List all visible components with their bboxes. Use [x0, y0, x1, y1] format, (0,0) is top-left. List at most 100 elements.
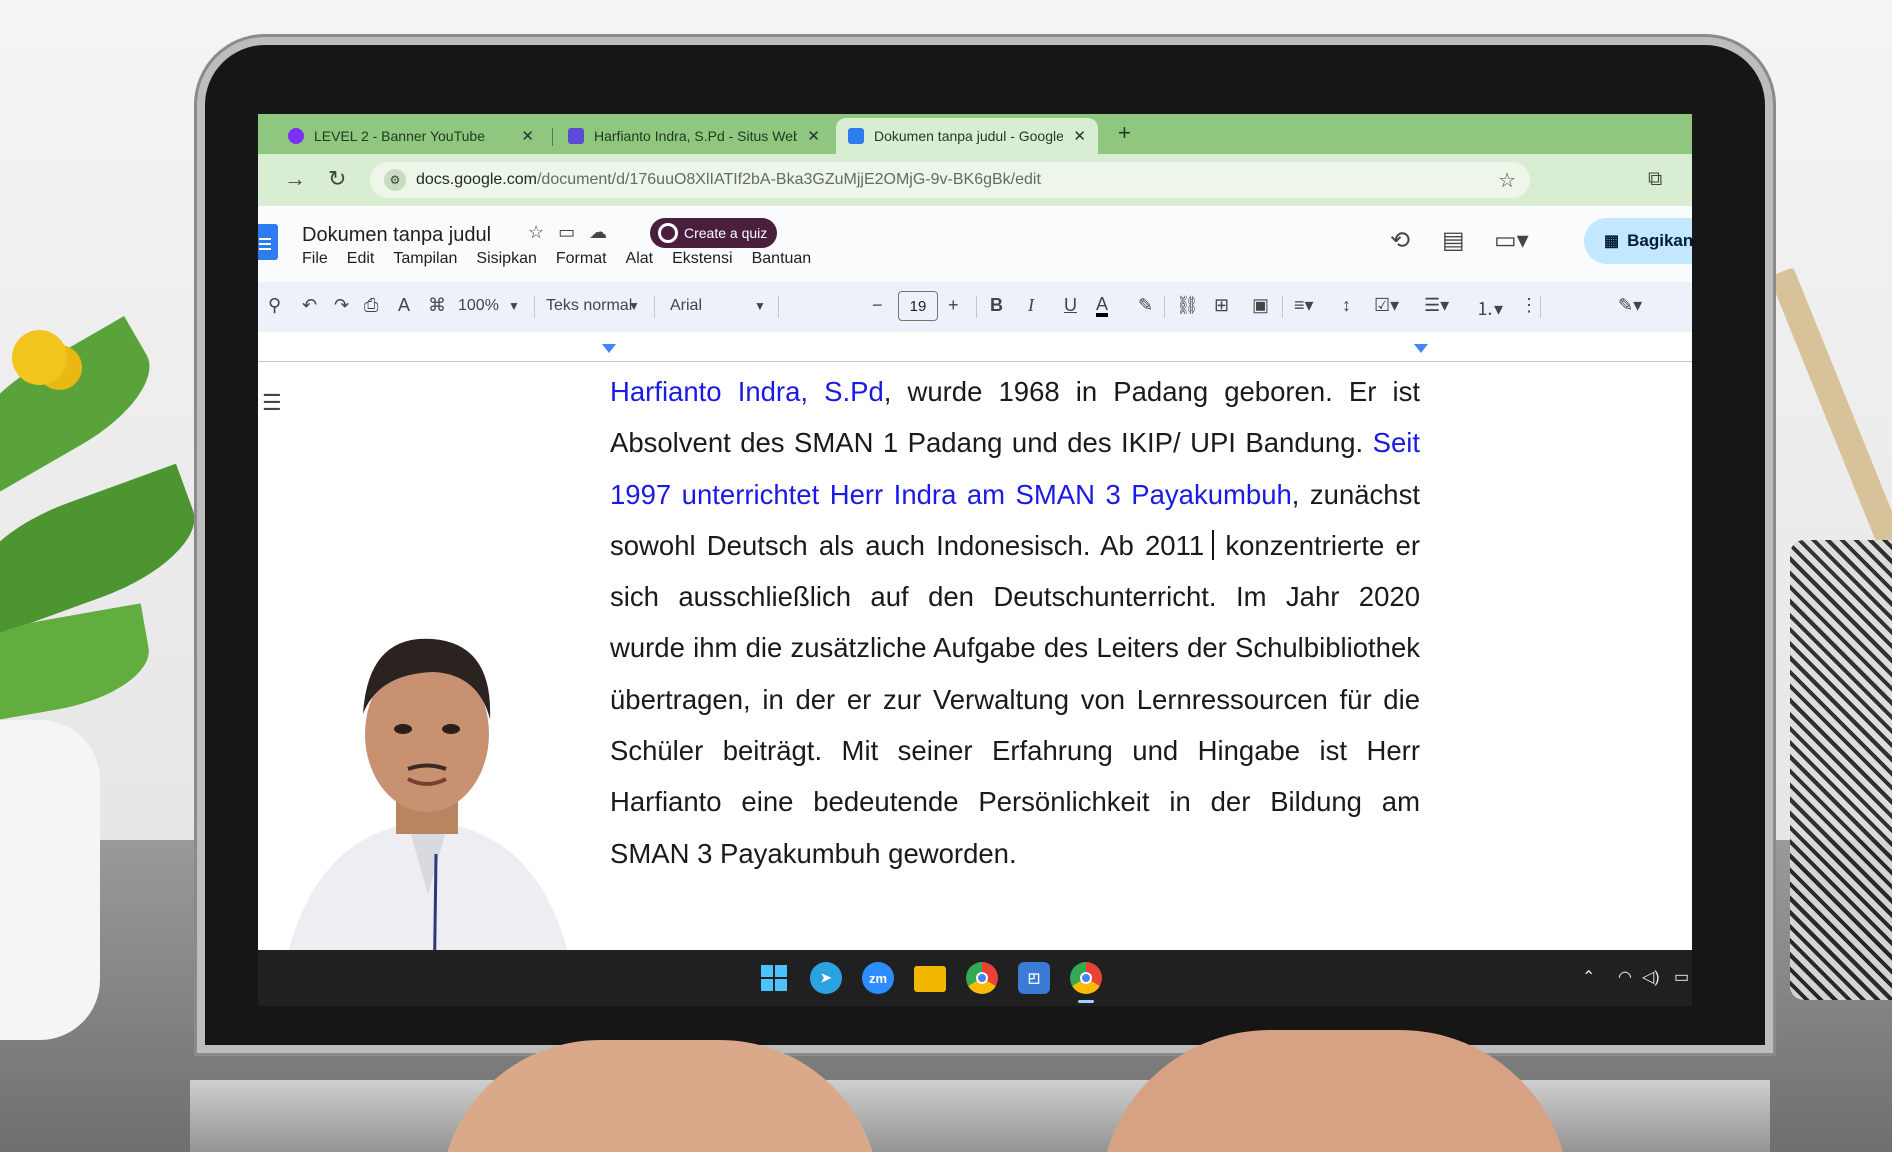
volume-icon[interactable]: ◁) — [1642, 967, 1660, 987]
menu-file[interactable]: File — [302, 250, 328, 268]
version-history-icon[interactable]: ⟲ — [1390, 226, 1410, 255]
font-select[interactable]: Arial — [670, 297, 702, 315]
document-title[interactable]: Dokumen tanpa judul — [302, 224, 491, 247]
toolbar-divider — [976, 296, 977, 318]
toolbar-divider — [654, 296, 655, 318]
text-color-button[interactable]: A — [1096, 295, 1109, 317]
ruler — [258, 332, 1692, 362]
tab-divider — [552, 128, 553, 146]
style-select[interactable]: Teks normal — [546, 297, 632, 315]
chrome-icon[interactable] — [966, 962, 998, 994]
docs-logo-icon[interactable] — [258, 224, 278, 260]
link-icon[interactable]: ⛓ — [1176, 295, 1199, 316]
menu-edit[interactable]: Edit — [347, 250, 375, 268]
url-path: /document/d/176uuO8XlIATIf2bA-Bka3GZuMjj… — [536, 171, 1041, 188]
menu-extensions[interactable]: Ekstensi — [672, 250, 732, 268]
bulleted-list-icon[interactable]: ☰▾ — [1424, 295, 1449, 316]
share-label: Bagikan — [1627, 231, 1692, 250]
chrome-profile-icon[interactable] — [1070, 962, 1102, 994]
bookmark-star-icon[interactable]: ☆ — [1498, 168, 1516, 193]
close-icon[interactable]: ✕ — [1073, 127, 1086, 145]
document-body[interactable]: Harfianto Indra, S.Pd, wurde 1968 in Pad… — [610, 366, 1420, 879]
address-bar[interactable]: ⚙ docs.google.com/document/d/176uuO8XlIA… — [370, 162, 1530, 198]
more-options-icon[interactable]: ⋮ — [1520, 295, 1538, 316]
toolbar-divider — [1164, 296, 1165, 318]
comments-icon[interactable]: ▤ — [1442, 226, 1465, 255]
active-app-indicator — [1078, 1000, 1094, 1003]
document-outline-icon[interactable]: ☰ — [262, 390, 282, 416]
checklist-icon[interactable]: ☑▾ — [1374, 295, 1399, 316]
browser-tab[interactable]: LEVEL 2 - Banner YouTube ✕ — [276, 118, 546, 154]
editing-mode-icon[interactable]: ✎▾ — [1618, 295, 1642, 316]
highlight-icon[interactable]: ✎ — [1138, 295, 1153, 316]
redo-icon[interactable]: ↷ — [334, 295, 349, 316]
menu-help[interactable]: Bantuan — [752, 250, 812, 268]
plant-vase — [0, 720, 100, 1040]
align-icon[interactable]: ≡▾ — [1294, 295, 1314, 316]
browser-tab-active[interactable]: Dokumen tanpa judul - Google Dokumen ✕ — [836, 118, 1098, 154]
browser-tab[interactable]: Harfianto Indra, S.Pd - Situs Web ✕ — [556, 118, 832, 154]
zoom-select[interactable]: 100% — [458, 297, 499, 315]
url-domain: docs.google.com — [416, 171, 537, 188]
search-menus-icon[interactable]: ⚲ — [268, 295, 281, 316]
docs-header: Dokumen tanpa judul ☆▭☁ Create a quiz Fi… — [258, 206, 1692, 282]
print-icon[interactable]: ⎙ — [364, 295, 378, 316]
insert-image-icon[interactable]: ▣ — [1252, 295, 1269, 316]
close-icon[interactable]: ✕ — [521, 127, 534, 145]
address-row: → ↻ ⚙ docs.google.com/document/d/176uuO8… — [258, 154, 1692, 206]
new-tab-button[interactable]: + — [1118, 120, 1131, 146]
name-link[interactable]: Harfianto Indra, S.Pd — [610, 376, 884, 407]
add-comment-icon[interactable]: ⊞ — [1214, 295, 1229, 316]
line-spacing-icon[interactable]: ↕ — [1342, 295, 1351, 316]
zoom-icon[interactable]: zm — [862, 962, 894, 994]
lock-icon: ▦ — [1604, 233, 1620, 250]
chevron-down-icon[interactable]: ▼ — [754, 299, 766, 313]
menu-insert[interactable]: Sisipkan — [476, 250, 536, 268]
paint-format-icon[interactable]: ⌘ — [428, 295, 446, 316]
close-icon[interactable]: ✕ — [807, 127, 820, 145]
star-icon[interactable]: ☆ — [528, 222, 558, 242]
show-hidden-icons-icon[interactable]: ⌃ — [1582, 967, 1595, 987]
menubar: File Edit Tampilan Sisipkan Format Alat … — [302, 250, 830, 268]
battery-icon[interactable]: ▭ — [1674, 967, 1689, 987]
file-explorer-icon[interactable] — [914, 966, 946, 992]
extensions-icon[interactable]: ⧉ — [1648, 168, 1662, 191]
font-size-input[interactable]: 19 — [898, 291, 938, 321]
editing-toolbar: ⚲ ↶ ↷ ⎙ A ⌘ 100% ▼ Teks normal ▼ Arial ▼… — [258, 282, 1692, 332]
yellow-flower — [12, 330, 67, 385]
bold-button[interactable]: B — [990, 295, 1003, 316]
menu-format[interactable]: Format — [556, 250, 607, 268]
create-quiz-button[interactable]: Create a quiz — [650, 218, 778, 248]
cloud-status-icon[interactable]: ☁ — [589, 222, 621, 242]
telegram-icon[interactable]: ➤ — [810, 962, 842, 994]
numbered-list-icon[interactable]: ⒈▾ — [1476, 295, 1503, 321]
site-settings-icon[interactable]: ⚙ — [384, 169, 406, 191]
forward-icon[interactable]: → — [284, 166, 306, 192]
chevron-down-icon[interactable]: ▼ — [628, 299, 640, 313]
undo-icon[interactable]: ↶ — [302, 295, 317, 316]
tab-title: Dokumen tanpa judul - Google Dokumen — [874, 128, 1064, 144]
windows-start-icon[interactable] — [758, 962, 790, 994]
toolbar-divider — [1282, 296, 1283, 318]
underline-button[interactable]: U — [1064, 295, 1077, 316]
snipping-tool-icon[interactable]: ◰ — [1018, 962, 1050, 994]
move-folder-icon[interactable]: ▭ — [558, 222, 589, 242]
meet-icon[interactable]: ▭▾ — [1494, 226, 1529, 255]
decrease-font-size-icon[interactable]: − — [872, 295, 883, 316]
tab-title: LEVEL 2 - Banner YouTube — [314, 128, 485, 144]
increase-font-size-icon[interactable]: + — [948, 295, 959, 316]
share-button[interactable]: ▦ Bagikan — [1584, 218, 1692, 264]
heart-favicon-icon — [288, 128, 304, 144]
italic-button[interactable]: I — [1028, 295, 1034, 316]
wifi-icon[interactable]: ◠ — [1618, 967, 1632, 987]
chevron-down-icon[interactable]: ▼ — [508, 299, 520, 313]
spellcheck-icon[interactable]: A — [398, 295, 410, 316]
reload-icon[interactable]: ↻ — [328, 166, 346, 192]
portrait-photo — [258, 594, 598, 1006]
site-favicon-icon — [568, 128, 584, 144]
right-indent-marker[interactable] — [1414, 344, 1428, 353]
url-text: docs.google.com/document/d/176uuO8XlIATI… — [416, 171, 1041, 189]
menu-tools[interactable]: Alat — [626, 250, 654, 268]
left-indent-marker[interactable] — [602, 344, 616, 353]
menu-view[interactable]: Tampilan — [393, 250, 457, 268]
